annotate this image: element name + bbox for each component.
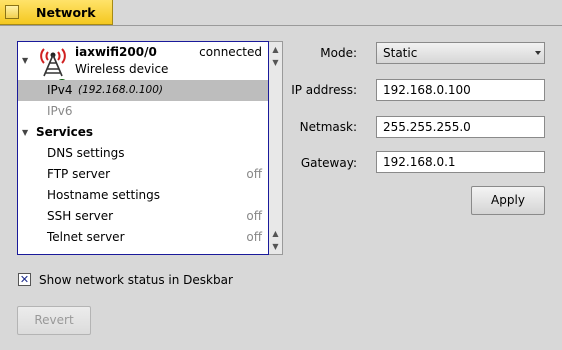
device-status: connected bbox=[199, 45, 262, 59]
list-item-service[interactable]: SSH server off bbox=[18, 206, 268, 227]
ip-address-field[interactable]: 192.168.0.100 bbox=[376, 79, 545, 101]
mode-label: Mode: bbox=[320, 46, 357, 60]
revert-button[interactable]: Revert bbox=[17, 306, 91, 335]
gateway-label: Gateway: bbox=[300, 156, 357, 170]
check-mark-icon: ✕ bbox=[19, 273, 30, 286]
services-heading: Services bbox=[36, 125, 94, 139]
gateway-field[interactable]: 192.168.0.1 bbox=[376, 151, 545, 173]
service-label: SSH server bbox=[47, 209, 114, 223]
list-item-device[interactable]: ▼ iaxwifi200/0 Wireless device connected bbox=[18, 42, 268, 91]
close-box-icon[interactable] bbox=[5, 5, 19, 19]
show-status-label: Show network status in Deskbar bbox=[39, 273, 233, 287]
triangle-down-icon[interactable]: ▼ bbox=[22, 128, 28, 137]
ipv4-label: IPv4 bbox=[47, 83, 73, 97]
mode-select[interactable]: Static bbox=[376, 42, 545, 64]
service-state: off bbox=[246, 209, 262, 223]
list-item-service[interactable]: Telnet server off bbox=[18, 227, 268, 248]
show-status-checkbox[interactable]: ✕ bbox=[18, 273, 31, 286]
arrow-up-icon[interactable]: ▲ bbox=[269, 43, 282, 56]
device-name: iaxwifi200/0 bbox=[75, 45, 157, 59]
netmask-field[interactable]: 255.255.255.0 bbox=[376, 116, 545, 138]
service-label: FTP server bbox=[47, 167, 111, 181]
window-body: ▼ iaxwifi200/0 Wireless device connected… bbox=[0, 25, 562, 350]
list-item-services[interactable]: ▼ Services bbox=[18, 122, 268, 143]
arrow-up-icon[interactable]: ▲ bbox=[269, 227, 282, 240]
list-item-service[interactable]: FTP server off bbox=[18, 164, 268, 185]
device-type: Wireless device bbox=[75, 62, 169, 76]
service-label: Hostname settings bbox=[47, 188, 161, 202]
service-state: off bbox=[246, 167, 262, 181]
list-item-service[interactable]: DNS settings bbox=[18, 143, 268, 164]
ip-address-label: IP address: bbox=[291, 83, 357, 97]
netmask-label: Netmask: bbox=[299, 120, 357, 134]
triangle-down-icon[interactable]: ▼ bbox=[22, 56, 28, 65]
interface-list[interactable]: ▼ iaxwifi200/0 Wireless device connected… bbox=[17, 41, 269, 255]
apply-button[interactable]: Apply bbox=[471, 186, 545, 215]
list-item-ipv6[interactable]: IPv6 bbox=[18, 101, 268, 122]
service-state: off bbox=[246, 230, 262, 244]
mode-value: Static bbox=[383, 46, 418, 60]
chevron-down-icon bbox=[535, 51, 541, 55]
list-scrollbar[interactable]: ▲ ▼ ▲ ▼ bbox=[269, 41, 283, 255]
ipv6-label: IPv6 bbox=[47, 104, 73, 118]
list-item-service[interactable]: Hostname settings bbox=[18, 185, 268, 206]
list-item-ipv4[interactable]: IPv4 (192.168.0.100) bbox=[18, 80, 268, 101]
arrow-down-icon[interactable]: ▼ bbox=[269, 56, 282, 69]
ipv4-address: (192.168.0.100) bbox=[78, 84, 164, 96]
service-label: Telnet server bbox=[47, 230, 125, 244]
window-title: Network bbox=[36, 5, 96, 20]
wifi-tower-icon bbox=[40, 48, 66, 77]
window-tab[interactable]: Network bbox=[0, 0, 113, 25]
arrow-down-icon[interactable]: ▼ bbox=[269, 240, 282, 253]
service-label: DNS settings bbox=[47, 146, 125, 160]
